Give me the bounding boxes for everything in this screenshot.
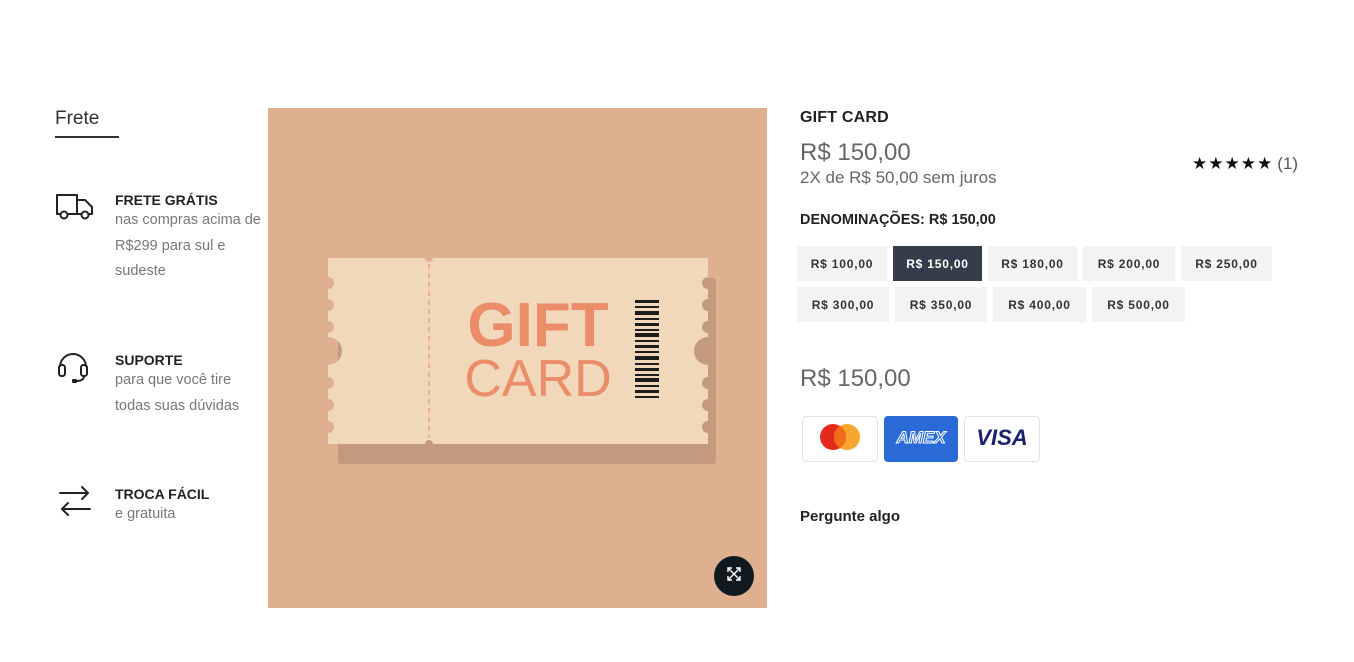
zoom-button[interactable]	[714, 556, 754, 596]
denominations-label: DENOMINAÇÕES: R$ 150,00	[800, 212, 996, 228]
denomination-option[interactable]: R$ 350,00	[895, 287, 987, 322]
swap-arrows-icon	[55, 484, 95, 524]
product-image[interactable]: GIFT CARD	[268, 108, 767, 608]
gift-card-illustration: GIFT CARD	[328, 258, 716, 464]
feature-text: e gratuita	[115, 506, 176, 522]
star-rating-icons: ★★★★★	[1192, 154, 1274, 173]
card-word-card: CARD	[464, 350, 611, 408]
denominations-label-text: DENOMINAÇÕES:	[800, 212, 925, 228]
product-price: R$ 150,00	[800, 139, 911, 166]
payment-visa: VISA	[964, 416, 1040, 462]
denomination-option[interactable]: R$ 400,00	[993, 287, 1086, 322]
denomination-option-selected[interactable]: R$ 150,00	[893, 246, 982, 281]
feature-title: FRETE GRÁTIS	[115, 192, 218, 208]
amex-icon: AMEX	[890, 425, 952, 454]
sidebar-title: Frete	[55, 108, 100, 129]
rating-count: (1)	[1277, 154, 1298, 173]
mastercard-icon	[817, 422, 863, 457]
headset-icon	[55, 350, 95, 390]
truck-icon	[55, 190, 95, 230]
feature-text: nas compras acima de R$299 para sul e su…	[115, 212, 261, 280]
payment-mastercard	[802, 416, 878, 462]
feature-text: para que você tire todas suas dúvidas	[115, 372, 240, 414]
feature-title: TROCA FÁCIL	[115, 486, 210, 502]
visa-icon: VISA	[974, 425, 1030, 454]
denomination-option[interactable]: R$ 300,00	[797, 287, 889, 322]
ask-question-link[interactable]: Pergunte algo	[800, 508, 900, 525]
total-price: R$ 150,00	[800, 365, 911, 392]
denomination-option[interactable]: R$ 250,00	[1181, 246, 1272, 281]
expand-icon	[727, 566, 741, 586]
svg-text:VISA: VISA	[976, 425, 1027, 449]
feature-title: SUPORTE	[115, 352, 183, 368]
payment-amex: AMEX	[884, 416, 958, 462]
denomination-option[interactable]: R$ 180,00	[988, 246, 1077, 281]
selected-denomination: R$ 150,00	[928, 212, 996, 228]
svg-text:AMEX: AMEX	[895, 428, 947, 447]
installments-text: 2X de R$ 50,00 sem juros	[800, 168, 997, 187]
sidebar-title-underline	[55, 136, 119, 138]
denomination-option[interactable]: R$ 200,00	[1083, 246, 1175, 281]
product-title: GIFT CARD	[800, 109, 889, 126]
product-rating[interactable]: ★★★★★ (1)	[1192, 154, 1298, 174]
denomination-option[interactable]: R$ 100,00	[797, 246, 887, 281]
denomination-option[interactable]: R$ 500,00	[1092, 287, 1185, 322]
